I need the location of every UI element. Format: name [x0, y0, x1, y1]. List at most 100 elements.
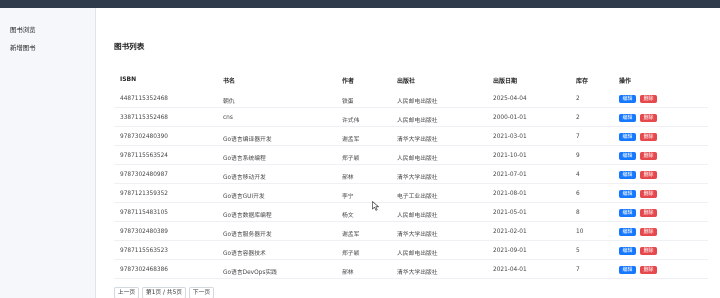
edit-button[interactable]: 编辑	[619, 209, 636, 217]
edit-button[interactable]: 编辑	[619, 190, 636, 198]
edit-button[interactable]: 编辑	[619, 228, 636, 236]
edit-button[interactable]: 编辑	[619, 95, 636, 103]
cell-isbn: 9787115483105	[120, 210, 168, 216]
edit-button[interactable]: 编辑	[619, 266, 636, 274]
cell-isbn: 9787121359352	[120, 191, 168, 197]
cell-title: 朝仇	[223, 99, 235, 105]
column-header-actions: 操作	[619, 78, 632, 85]
cell-publisher: 清华大学出版社	[397, 175, 438, 181]
cell-stock: 8	[576, 210, 580, 216]
sidebar-item-add-book[interactable]: 新增图书	[10, 43, 36, 52]
table-row: 9787302468386 Go语言DevOps实践 郝林 清华大学出版社 2021-0…	[114, 261, 708, 279]
cell-isbn: 9787302468386	[120, 267, 168, 273]
edit-button[interactable]: 编辑	[619, 171, 636, 179]
column-header-publisher: 出版社	[397, 78, 416, 85]
cell-isbn: 9787302480390	[120, 134, 168, 140]
sidebar-item-browse-books[interactable]: 图书浏览	[10, 25, 36, 34]
table-row: 9787121359352 Go语言GUI开发 李宁 电子工业出版社 2021-08-0…	[114, 185, 708, 203]
cell-title: Go语言服务器开发	[223, 232, 272, 238]
cell-stock: 10	[576, 229, 584, 235]
cell-isbn: 9787115563524	[120, 153, 168, 159]
cell-date: 2021-03-01	[493, 134, 527, 140]
table-row: 9787302480987 Go语言移动开发 郝林 清华大学出版社 2021-07-01…	[114, 166, 708, 184]
table-row: 9787115483105 Go语言数据库编程 杨文 人民邮电出版社 2021-05-0…	[114, 204, 708, 222]
cell-stock: 7	[576, 134, 580, 140]
delete-button[interactable]: 删除	[640, 209, 657, 217]
delete-button[interactable]: 删除	[640, 266, 657, 274]
table-header: ISBN 书名 作者 出版社 出版日期 库存 操作	[114, 72, 708, 90]
cell-isbn: 3387115352468	[120, 115, 168, 121]
cell-publisher: 人民邮电出版社	[397, 99, 438, 105]
cell-date: 2021-05-01	[493, 210, 527, 216]
column-header-author: 作者	[342, 78, 355, 85]
table-row: 3387115352468 cns 许式伟 人民邮电出版社 2000-01-01 2 编辑删…	[114, 109, 708, 127]
delete-button[interactable]: 删除	[640, 228, 657, 236]
cell-author: 李宁	[342, 194, 354, 200]
column-header-title: 书名	[223, 78, 236, 85]
cell-stock: 5	[576, 248, 580, 254]
cell-date: 2021-10-01	[493, 153, 527, 159]
prev-page-button[interactable]: 上一页	[114, 287, 139, 298]
cell-author: 郑子颖	[342, 156, 360, 162]
mouse-cursor-icon	[372, 201, 380, 211]
cell-title: Go语言GUI开发	[223, 194, 265, 200]
table-row: 9787115563523 Go语言容器技术 郑子颖 人民邮电出版社 2021-09-0…	[114, 242, 708, 260]
cell-publisher: 人民邮电出版社	[397, 118, 438, 124]
edit-button[interactable]: 编辑	[619, 133, 636, 141]
cell-date: 2021-02-01	[493, 229, 527, 235]
cell-stock: 6	[576, 191, 580, 197]
edit-button[interactable]: 编辑	[619, 247, 636, 255]
cell-title: Go语言移动开发	[223, 175, 266, 181]
sidebar: 图书浏览 新增图书	[0, 8, 96, 298]
table-row: 4487115352468 朝仇 铁蛋 人民邮电出版社 2025-04-04 2 编辑 删除	[114, 90, 708, 108]
cell-title: Go语言系统编程	[223, 156, 266, 162]
cell-author: 郝林	[342, 270, 354, 276]
cell-isbn: 9787302480389	[120, 229, 168, 235]
cell-author: 许式伟	[342, 118, 360, 124]
cell-publisher: 清华大学出版社	[397, 137, 438, 143]
next-page-button[interactable]: 下一页	[189, 287, 214, 298]
cell-date: 2021-08-01	[493, 191, 527, 197]
cell-title: Go语言数据库编程	[223, 213, 272, 219]
delete-button[interactable]: 删除	[640, 190, 657, 198]
cell-publisher: 清华大学出版社	[397, 270, 438, 276]
cell-author: 谢孟军	[342, 232, 360, 238]
cell-date: 2021-04-01	[493, 267, 527, 273]
delete-button[interactable]: 删除	[640, 114, 657, 122]
cell-author: 郑子颖	[342, 251, 360, 257]
edit-button[interactable]: 编辑	[619, 152, 636, 160]
cell-isbn: 4487115352468	[120, 96, 168, 102]
cell-publisher: 人民邮电出版社	[397, 156, 438, 162]
edit-button[interactable]: 编辑	[619, 114, 636, 122]
cell-stock: 7	[576, 267, 580, 273]
cell-title: Go语言容器技术	[223, 251, 266, 257]
cell-author: 铁蛋	[342, 99, 354, 105]
cell-author: 郝林	[342, 175, 354, 181]
cell-publisher: 人民邮电出版社	[397, 213, 438, 219]
cell-stock: 4	[576, 172, 580, 178]
cell-author: 谢孟军	[342, 137, 360, 143]
cell-stock: 2	[576, 115, 580, 121]
page-info: 第1页 / 共5页	[142, 287, 186, 298]
cell-publisher: 人民邮电出版社	[397, 251, 438, 257]
top-bar	[0, 0, 720, 8]
delete-button[interactable]: 删除	[640, 247, 657, 255]
column-header-date: 出版日期	[493, 78, 518, 85]
cell-stock: 2	[576, 96, 580, 102]
page-title: 图书列表	[114, 42, 145, 51]
table-row: 9787302480389 Go语言服务器开发 谢孟军 清华大学出版社 2021-02-…	[114, 223, 708, 241]
column-header-isbn: ISBN	[120, 76, 137, 83]
column-header-stock: 库存	[576, 78, 589, 85]
table-row: 9787115563524 Go语言系统编程 郑子颖 人民邮电出版社 2021-10-0…	[114, 147, 708, 165]
delete-button[interactable]: 删除	[640, 152, 657, 160]
delete-button[interactable]: 删除	[640, 171, 657, 179]
cell-publisher: 清华大学出版社	[397, 232, 438, 238]
table-row: 9787302480390 Go语言编译器开发 谢孟军 清华大学出版社 2021-03-…	[114, 128, 708, 146]
cell-isbn: 9787302480987	[120, 172, 168, 178]
cell-title: cns	[223, 115, 233, 121]
cell-author: 杨文	[342, 213, 354, 219]
delete-button[interactable]: 删除	[640, 133, 657, 141]
delete-button[interactable]: 删除	[640, 95, 657, 103]
cell-isbn: 9787115563523	[120, 248, 168, 254]
cell-publisher: 电子工业出版社	[397, 194, 438, 200]
